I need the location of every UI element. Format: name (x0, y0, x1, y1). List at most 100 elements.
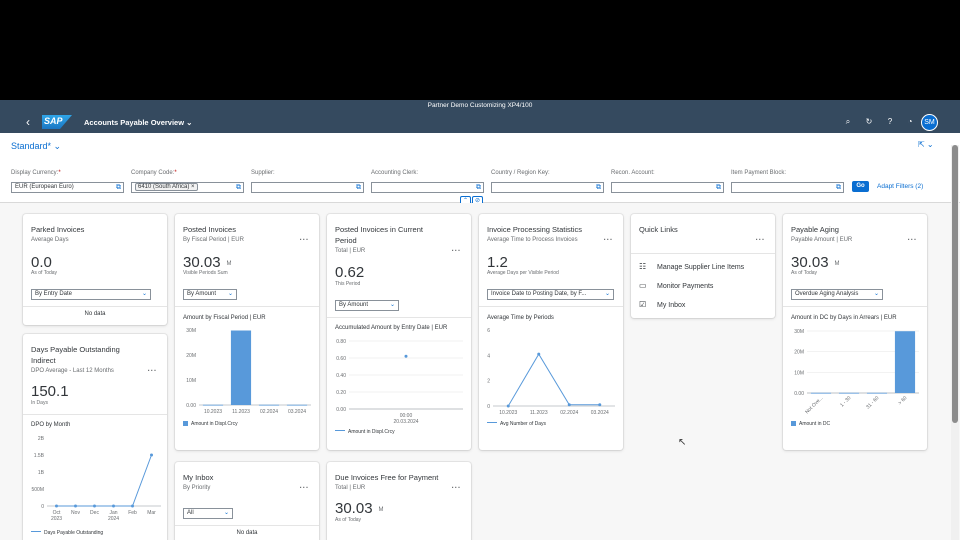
value-help-icon[interactable]: ⧉ (116, 183, 121, 192)
more-icon[interactable]: ··· (300, 483, 310, 492)
x-tick-label: > 60 (897, 395, 908, 406)
link-manage-supplier-line-items[interactable]: ☷ Manage Supplier Line Items (639, 262, 744, 271)
more-icon[interactable]: ··· (452, 483, 462, 492)
processing-line-chart: 0 2 4 6 10.2023 11.2023 02.2024 03.2024 (487, 328, 615, 416)
list-icon: ☷ (639, 262, 647, 271)
bar (258, 404, 280, 406)
value-help-icon[interactable]: ⧉ (476, 183, 481, 192)
more-icon[interactable]: ··· (908, 235, 918, 244)
x-tick-label: Dec (90, 510, 99, 516)
kpi-label: Visible Periods Sum (183, 270, 228, 276)
filter-label: Company Code:* (131, 170, 177, 176)
filter-input[interactable]: ⧉ (731, 182, 844, 193)
posted-bar-chart: 0.00 10M 20M 30M 10.2023 11.2023 02.2024 03.202… (186, 328, 311, 415)
card-quick-links[interactable]: Quick Links ··· ☷ Manage Supplier Line It… (631, 214, 775, 318)
kpi-value: 0.62 (335, 264, 365, 281)
amount-select[interactable]: By Amount ⌄ (183, 289, 237, 300)
card-invoice-processing[interactable]: Invoice Processing Statistics Average Ti… (479, 214, 623, 450)
variant-selector[interactable]: Standard* ⌄ (11, 141, 61, 152)
y-tick-label: 0.20 (336, 390, 346, 396)
card-days-payable-outstanding[interactable]: Days Payable Outstanding Indirect DPO Av… (23, 334, 167, 540)
divider (327, 317, 471, 318)
y-tick-label: 1B (38, 470, 45, 476)
aging-analysis-select[interactable]: Overdue Aging Analysis ⌄ (791, 289, 883, 300)
filter-input[interactable]: 6410 (South Africa) × ⧉ (131, 182, 244, 193)
processing-measure-select[interactable]: Invoice Date to Posting Date, by F... ⌄ (487, 289, 614, 300)
card-due-invoices[interactable]: Due Invoices Free for Payment Total | EU… (327, 462, 471, 540)
card-posted-invoices[interactable]: Posted Invoices By Fiscal Period | EUR ·… (175, 214, 319, 450)
data-point (93, 504, 96, 508)
card-title: My Inbox (183, 473, 214, 482)
value-help-icon[interactable]: ⧉ (716, 183, 721, 192)
back-icon[interactable]: ‹ (26, 115, 30, 129)
series-line (507, 353, 600, 407)
more-icon[interactable]: ··· (148, 366, 158, 375)
more-icon[interactable]: ··· (604, 235, 614, 244)
x-tick-label: 11.2023 (530, 410, 548, 416)
filter-input[interactable]: ⧉ (491, 182, 604, 193)
more-icon[interactable]: ··· (756, 235, 766, 244)
filter-field: Recon. Account: ⧉ (611, 170, 724, 193)
link-my-inbox[interactable]: ☑ My Inbox (639, 300, 685, 309)
chart-title: Accumulated Amount by Entry Date | EUR (335, 325, 448, 331)
page-scrollbar[interactable] (951, 145, 959, 540)
filter-input[interactable]: ⧉ (371, 182, 484, 193)
filter-label: Country / Region Key: (491, 170, 550, 176)
avatar[interactable]: SM (921, 114, 938, 131)
card-my-inbox[interactable]: My Inbox By Priority ··· All ⌄ No data (175, 462, 319, 540)
y-tick-label: 20M (794, 350, 804, 356)
x-tick-label: 20.03.2024 (393, 419, 418, 425)
link-monitor-payments[interactable]: ▭ Monitor Payments (639, 281, 713, 290)
y-tick-label: 0 (41, 504, 44, 510)
chart-legend: Avg Number of Days (487, 421, 546, 427)
filter-label: Supplier: (251, 170, 275, 176)
amount-select[interactable]: By Amount ⌄ (335, 300, 399, 311)
x-tick-label: 31 - 60 (865, 395, 880, 410)
accumulated-line-chart: 0.000.200.400.600.8000:0020.03.2024 (336, 339, 463, 425)
kpi-value: 0.0 (31, 254, 52, 271)
card-subtitle: DPO Average - Last 12 Months (31, 368, 114, 374)
value-help-icon[interactable]: ⧉ (356, 183, 361, 192)
share-icon[interactable]: ⇱ ⌄ (918, 140, 934, 149)
mouse-cursor: ↖ (678, 437, 687, 448)
scrollbar-thumb[interactable] (952, 145, 958, 423)
card-posted-current-period[interactable]: Posted Invoices in Current Period Total … (327, 214, 471, 450)
bar (894, 331, 916, 393)
more-icon[interactable]: ··· (452, 246, 462, 255)
value-help-icon[interactable]: ⧉ (836, 183, 841, 192)
monitor-icon: ▭ (639, 281, 647, 290)
card-parked-invoices[interactable]: Parked Invoices Average Days 0.0 As of T… (23, 214, 167, 325)
go-button[interactable]: Go (852, 181, 869, 192)
card-title: Posted Invoices (183, 225, 236, 234)
card-subtitle: Average Time to Process Invoices (487, 237, 578, 243)
aging-bar-chart: 0.00 10M 20M 30M Not Ove... 1 - 30 31 - 60 > 60 (794, 329, 919, 415)
x-tick-label: 03.2024 (591, 410, 609, 416)
data-point (150, 453, 153, 457)
bell-icon[interactable]: ◔ (904, 117, 916, 126)
y-tick-label: 6 (487, 328, 490, 334)
value-help-icon[interactable]: ⧉ (236, 183, 241, 192)
data-point (131, 504, 134, 508)
chevron-down-icon: ⌄ (604, 291, 610, 297)
filter-input[interactable]: ⧉ (611, 182, 724, 193)
help-icon[interactable]: ? (884, 117, 896, 126)
sync-icon[interactable]: ↻ (863, 117, 875, 126)
data-point (74, 504, 77, 508)
filter-input[interactable]: EUR (European Euro) ⧉ (11, 182, 124, 193)
app-title-menu[interactable]: Accounts Payable Overview ⌄ (84, 118, 192, 127)
adapt-filters-link[interactable]: Adapt Filters (2) (877, 183, 923, 190)
card-payable-aging[interactable]: Payable Aging Payable Amount | EUR ··· 3… (783, 214, 927, 450)
y-tick-label: 10M (794, 370, 804, 376)
series-line (56, 454, 152, 507)
y-tick-label: 0.40 (336, 373, 346, 379)
search-icon[interactable]: ⌕ (842, 117, 854, 127)
card-subtitle: Average Days (31, 237, 69, 243)
entry-date-select[interactable]: By Entry Date ⌄ (31, 289, 151, 300)
priority-select[interactable]: All ⌄ (183, 508, 233, 519)
value-help-icon[interactable]: ⧉ (596, 183, 601, 192)
more-icon[interactable]: ··· (300, 235, 310, 244)
kpi-value: 30.03 M (183, 254, 232, 271)
sap-logo[interactable]: SAP (42, 115, 72, 129)
filter-input[interactable]: ⧉ (251, 182, 364, 193)
divider (783, 306, 927, 307)
